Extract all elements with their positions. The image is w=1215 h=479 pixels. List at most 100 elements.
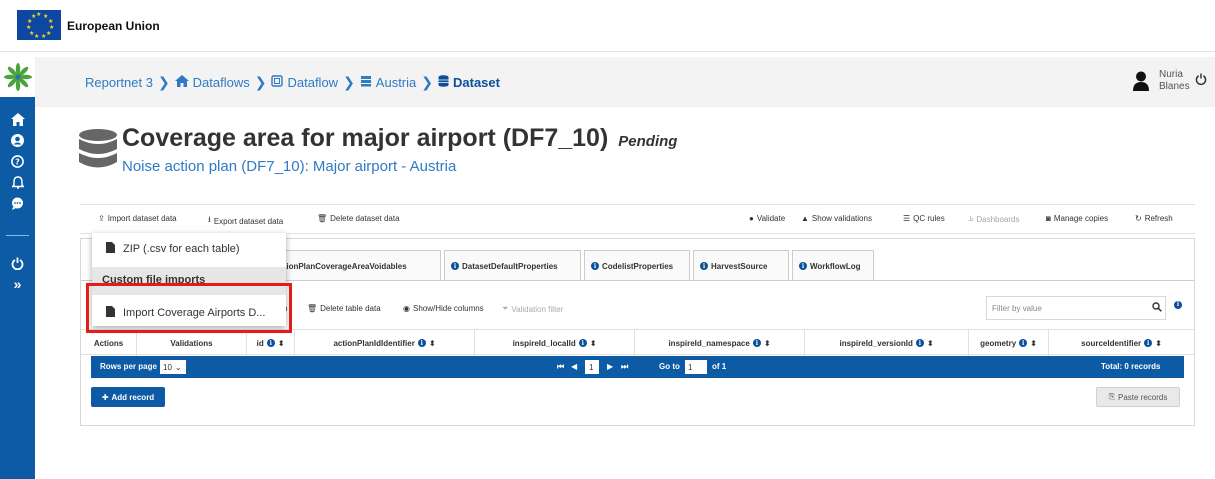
chat-icon[interactable] <box>0 193 35 213</box>
column-action-plan-id[interactable]: actionPlanIdIdentifier i ⬍ <box>295 330 475 356</box>
previous-page-icon[interactable]: ◀ <box>571 362 577 371</box>
export-dataset-button[interactable]: ⭳ Export dataset data <box>208 214 283 228</box>
user-avatar-icon[interactable] <box>1133 71 1149 96</box>
last-page-icon[interactable]: ⏭ <box>621 362 628 372</box>
refresh-button[interactable]: ↻ Refresh <box>1135 214 1173 223</box>
column-id[interactable]: id i ⬍ <box>247 330 295 356</box>
column-inspire-version-id[interactable]: inspireId_versionId i ⬍ <box>805 330 969 356</box>
column-source-identifier[interactable]: sourceIdentifier i ⬍ <box>1049 330 1194 356</box>
eu-label: European Union <box>67 19 160 33</box>
info-icon: i <box>915 339 924 347</box>
upload-icon: ⇪ <box>98 214 105 223</box>
breadcrumb-label: Austria <box>375 75 417 90</box>
bell-icon[interactable] <box>0 172 35 192</box>
add-record-button[interactable]: ✚ Add record <box>91 387 165 407</box>
current-page-button[interactable]: 1 <box>585 360 599 374</box>
chevron-right-icon: ❯ <box>421 74 433 90</box>
rows-per-page-select[interactable]: 10 ⌄ <box>160 360 186 374</box>
paste-records-button[interactable]: ⎘ Paste records <box>1096 387 1180 407</box>
red-highlight-box <box>86 283 292 333</box>
delete-table-button[interactable]: 🗑 Delete table data <box>307 304 381 313</box>
go-to-label: Go to <box>659 362 680 371</box>
info-icon: i <box>799 262 807 270</box>
logout-icon[interactable] <box>1195 73 1207 88</box>
eu-top-bar: ★ ★ ★ ★ ★ ★ ★ ★ ★ ★ ★ European Union <box>0 0 1215 52</box>
dashboards-button[interactable]: ⫡ Dashboards <box>968 214 1019 224</box>
tab-label: HarvestSource <box>711 261 768 271</box>
column-label: Validations <box>170 338 213 348</box>
zip-import-label: ZIP (.csv for each table) <box>123 243 240 255</box>
page-subtitle: Noise action plan (DF7_10): Major airpor… <box>122 158 457 175</box>
validate-button[interactable]: ● Validate <box>749 214 785 223</box>
column-inspire-namespace[interactable]: inspireId_namespace i ⬍ <box>635 330 805 356</box>
info-icon: i <box>1144 339 1153 347</box>
camera-icon: ◙ <box>1046 214 1051 223</box>
info-icon: i <box>578 339 587 347</box>
info-icon: i <box>451 262 459 270</box>
info-icon: i <box>417 339 426 347</box>
tab-workflow-log[interactable]: i WorkflowLog <box>792 250 874 281</box>
column-geometry[interactable]: geometry i ⬍ <box>969 330 1049 356</box>
trash-icon: 🗑 <box>307 304 318 313</box>
info-icon: i <box>1019 339 1028 347</box>
breadcrumb-label: Dataset <box>453 75 500 90</box>
current-page-value: 1 <box>589 362 594 372</box>
svg-text:?: ? <box>15 157 20 166</box>
expand-sidebar-icon[interactable]: » <box>0 274 35 294</box>
sort-icon: ⬍ <box>763 338 771 348</box>
breadcrumb: Reportnet 3 ❯ Dataflows ❯ Dataflow ❯ Aus… <box>85 74 500 91</box>
sidebar-divider <box>6 235 29 236</box>
search-icon[interactable] <box>1152 302 1162 315</box>
user-name[interactable]: Nuria Blanes <box>1159 69 1190 93</box>
power-icon[interactable] <box>0 253 35 273</box>
breadcrumb-reportnet[interactable]: Reportnet 3 <box>85 75 153 90</box>
sort-icon: ⬍ <box>926 338 934 348</box>
breadcrumb-dataflows[interactable]: Dataflows <box>174 75 250 90</box>
show-validations-button[interactable]: ▲ Show validations <box>801 214 872 223</box>
dataset-toolbar: ⇪ Import dataset data ⭳ Export dataset dat… <box>80 204 1195 234</box>
check-circle-icon: ● <box>749 214 754 223</box>
tab-codelist-properties[interactable]: i CodelistProperties <box>584 250 690 281</box>
database-icon <box>78 129 118 178</box>
next-page-icon[interactable]: ▶ <box>607 362 613 371</box>
show-hide-columns-button[interactable]: ◉ Show/Hide columns <box>403 304 484 313</box>
go-to-value: 1 <box>688 362 693 372</box>
qc-rules-button[interactable]: ☰ QC rules <box>903 214 945 223</box>
breadcrumb-label: Reportnet 3 <box>85 75 153 90</box>
breadcrumb-dataflow[interactable]: Dataflow <box>271 75 338 90</box>
tab-coverage-area-voidables[interactable]: eActionPlanCoverageAreaVoidables <box>263 250 441 281</box>
page-title-text: Coverage area for major airport (DF7_10) <box>122 124 609 152</box>
tab-dataset-default-properties[interactable]: i DatasetDefaultProperties <box>444 250 581 281</box>
add-record-label: Add record <box>111 392 155 402</box>
user-first-name: Nuria <box>1159 69 1183 80</box>
dashboards-label: Dashboards <box>976 214 1020 224</box>
info-icon: i <box>591 262 599 270</box>
user-circle-icon[interactable] <box>0 130 35 150</box>
manage-copies-button[interactable]: ◙ Manage copies <box>1046 214 1108 223</box>
help-icon[interactable]: ? <box>0 151 35 171</box>
status-badge: Pending <box>618 133 678 150</box>
paste-records-label: Paste records <box>1118 392 1168 402</box>
chevron-right-icon: ❯ <box>254 74 267 90</box>
rows-per-page-label: Rows per page <box>100 362 157 371</box>
validation-filter-button[interactable]: ⏷ Validation filter <box>502 304 563 314</box>
page-count: of 1 <box>712 362 727 371</box>
delete-dataset-button[interactable]: 🗑 Delete dataset data <box>317 214 400 223</box>
tab-harvest-source[interactable]: i HarvestSource <box>693 250 789 281</box>
page-title: Coverage area for major airport (DF7_10)… <box>122 124 677 153</box>
clone-icon <box>271 75 284 90</box>
column-label: id <box>256 338 264 348</box>
filter-by-value-input[interactable]: Filter by value <box>986 296 1166 320</box>
go-to-input[interactable]: 1 <box>685 360 707 374</box>
zip-import-option[interactable]: ZIP (.csv for each table) <box>92 234 286 264</box>
reportnet-logo-icon[interactable] <box>0 57 35 97</box>
first-page-icon[interactable]: ⏮ <box>557 362 564 372</box>
column-inspire-local-id[interactable]: inspireId_localId i ⬍ <box>475 330 635 356</box>
info-icon: i <box>1174 293 1182 311</box>
chevron-right-icon: ❯ <box>343 74 355 90</box>
import-dataset-button[interactable]: ⇪ Import dataset data <box>98 214 177 223</box>
breadcrumb-dataset: Dataset <box>438 75 500 90</box>
chart-bar-icon: ⫡ <box>968 214 974 223</box>
home-icon[interactable] <box>0 109 35 129</box>
breadcrumb-austria[interactable]: Austria <box>360 75 416 90</box>
